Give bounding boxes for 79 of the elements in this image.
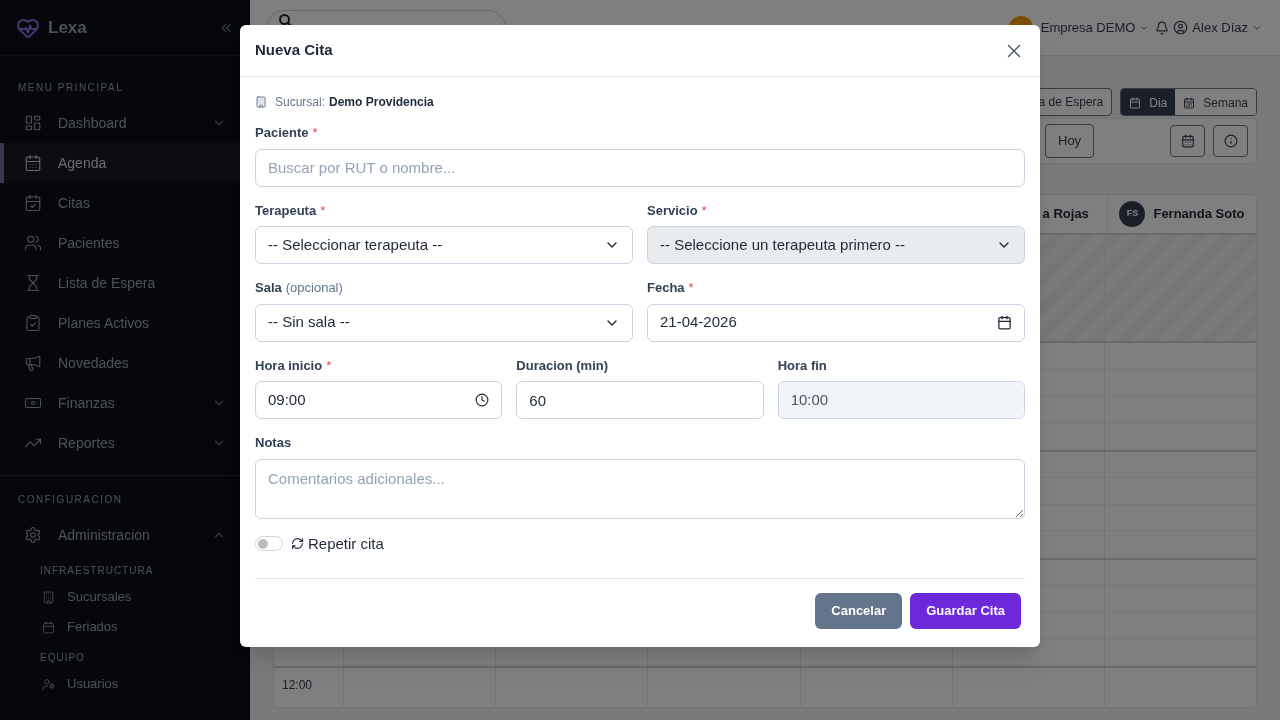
nav-item[interactable]: Lista de Espera — [0, 263, 250, 303]
toggle-label: Repetir cita — [308, 533, 384, 554]
section-title: CONFIGURACION — [17, 493, 124, 507]
select-field[interactable]: -- Sin sala -- — [255, 303, 633, 342]
nav-subitem[interactable]: Sucursales — [0, 582, 250, 612]
nav-subitem[interactable]: Usuarios — [0, 669, 250, 699]
notification-icon[interactable] — [1155, 20, 1170, 35]
calendar-icon — [997, 315, 1012, 330]
nav-item[interactable]: Administracion — [0, 515, 250, 555]
nav-icon — [42, 590, 55, 604]
view-tab[interactable]: Dia — [1121, 89, 1176, 115]
field-label: Servicio — [647, 201, 698, 220]
calendar-icon — [1180, 134, 1195, 148]
section-title: MENU PRINCIPAL — [17, 81, 125, 95]
cancel-button[interactable]: Cancelar — [815, 593, 903, 629]
nav-icon — [24, 274, 42, 292]
required-mark: * — [688, 279, 694, 297]
nav-icon — [42, 620, 55, 634]
required-mark: * — [326, 356, 332, 375]
field-label: Hora fin — [777, 356, 827, 375]
nav-icon — [24, 314, 42, 332]
view-tab[interactable]: Semana — [1175, 89, 1256, 115]
nav-icon — [24, 354, 42, 372]
nav-item[interactable]: Novedades — [0, 343, 250, 383]
nav-item[interactable]: Citas — [0, 183, 250, 223]
required-mark: * — [320, 201, 326, 220]
nav-item[interactable]: Dashboard — [0, 103, 250, 143]
date-field[interactable]: 21-04-2026 — [647, 303, 1025, 342]
nav-item[interactable]: Reportes — [0, 423, 250, 463]
field-label: Duracion (min) — [516, 356, 609, 375]
branch-name: Demo Providencia — [329, 94, 434, 111]
user-menu[interactable]: Alex Díaz — [1173, 17, 1262, 38]
toggle-switch[interactable] — [255, 536, 283, 552]
save-button[interactable]: Guardar Cita — [910, 593, 1021, 629]
subsection-title: INFRAESTRUCTURA — [39, 564, 155, 578]
subsection-title: EQUIPO — [39, 651, 86, 665]
time-field[interactable]: 09:00 — [255, 381, 503, 419]
clock-icon — [475, 393, 490, 407]
calendar-icon — [1183, 97, 1196, 109]
nav-subitem[interactable]: Feriados — [0, 612, 250, 642]
today-button[interactable]: Hoy — [1045, 124, 1095, 158]
repeat-icon — [291, 537, 304, 551]
text-field[interactable]: 60 — [516, 381, 764, 419]
info-button[interactable] — [1213, 125, 1248, 157]
therapist-avatar: FS — [1119, 201, 1146, 228]
nav-icon — [42, 677, 55, 691]
calendar-button[interactable] — [1170, 125, 1205, 157]
end-time-field: 10:00 — [777, 381, 1025, 419]
search-icon — [279, 13, 292, 27]
nav-icon — [24, 234, 42, 252]
calendar-icon — [1129, 97, 1142, 109]
brand-name: Lexa — [48, 16, 88, 39]
field-label: Paciente — [255, 124, 309, 142]
field-label: Notas — [255, 434, 292, 452]
therapist-name: a Rojas — [1042, 205, 1089, 224]
nav-icon — [24, 154, 42, 172]
nav-item[interactable]: Planes Activos — [0, 303, 250, 343]
field-label: Sala — [255, 279, 282, 297]
nav-item[interactable]: Finanzas — [0, 383, 250, 423]
nav-icon — [24, 114, 42, 132]
nav-icon — [24, 526, 42, 544]
nav-icon — [24, 194, 42, 212]
nav-item[interactable]: Pacientes — [0, 223, 250, 263]
time-label: 12:00 — [282, 677, 313, 692]
text-field[interactable]: Buscar por RUT o nombre... — [255, 148, 1025, 187]
user-icon — [1173, 20, 1189, 35]
field-label: Terapeuta — [255, 201, 317, 220]
field-label: Hora inicio — [255, 356, 323, 375]
building-icon — [255, 96, 267, 108]
dialog-title: Nueva Cita — [255, 40, 334, 61]
select-field[interactable]: -- Seleccionar terapeuta -- — [255, 226, 633, 264]
info-icon — [1223, 134, 1238, 148]
required-mark: * — [701, 201, 707, 220]
therapist-name: Fernanda Soto — [1153, 205, 1245, 224]
notes-field[interactable]: Comentarios adicionales... — [255, 458, 1025, 519]
field-hint: (opcional) — [285, 279, 343, 297]
required-mark: * — [312, 124, 318, 142]
field-label: Fecha — [647, 279, 685, 297]
branch-label: Sucursal: — [275, 94, 326, 111]
